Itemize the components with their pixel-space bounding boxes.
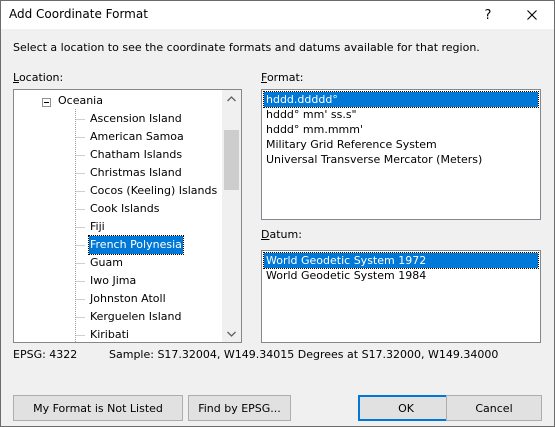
tree-node-label: Ascension Island xyxy=(90,112,182,125)
format-listbox[interactable]: hddd.ddddd° hddd° mm' ss.s" hddd° mm.mmm' M… xyxy=(261,89,541,220)
cancel-button[interactable]: Cancel xyxy=(446,395,542,421)
format-not-listed-button[interactable]: My Format is Not Listed xyxy=(13,395,183,421)
format-option[interactable]: hddd° mm' ss.s" xyxy=(264,107,538,122)
scroll-thumb[interactable] xyxy=(224,130,239,190)
datum-label-rest: atum: xyxy=(269,228,302,241)
tree-node-item[interactable]: Ascension Island xyxy=(75,110,220,128)
tree-node-label: Cocos (Keeling) Islands xyxy=(90,184,218,197)
location-tree-items: Oceania Ascension Island American Samoa Ch… xyxy=(14,90,222,342)
location-scrollbar[interactable] xyxy=(222,90,241,342)
tree-node-item[interactable]: Kiribati xyxy=(75,326,220,342)
tree-node-label: Christmas Island xyxy=(90,166,182,179)
tree-node-oceania[interactable]: Oceania xyxy=(14,92,222,110)
format-option[interactable]: Universal Transverse Mercator (Meters) xyxy=(264,152,538,167)
tree-node-label: Cook Islands xyxy=(90,202,160,215)
scroll-down-button[interactable] xyxy=(222,325,241,342)
tree-connector xyxy=(75,254,86,272)
tree-connector xyxy=(75,272,86,290)
format-option[interactable]: hddd.ddddd° xyxy=(263,91,539,108)
tree-node-label: Oceania xyxy=(58,94,103,107)
tree-node-label: French Polynesia xyxy=(88,235,184,255)
format-label: Format: xyxy=(261,71,303,84)
datum-listbox[interactable]: World Geodetic System 1972 World Geodetic… xyxy=(261,250,541,343)
title-bar: Add Coordinate Format ? xyxy=(1,1,554,29)
tree-node-item[interactable]: Chatham Islands xyxy=(75,146,220,164)
tree-node-item[interactable]: Christmas Island xyxy=(75,164,220,182)
tree-node-item[interactable]: American Samoa xyxy=(75,128,220,146)
dialog-window: Add Coordinate Format ? Select a locatio… xyxy=(0,0,555,427)
tree-node-label: Fiji xyxy=(90,220,105,233)
datum-option[interactable]: World Geodetic System 1972 xyxy=(263,252,539,269)
tree-node-item[interactable]: Iwo Jima xyxy=(75,272,220,290)
tree-connector xyxy=(75,290,86,308)
location-label: Location: xyxy=(13,71,63,84)
datum-label: Datum: xyxy=(261,228,302,241)
datum-option[interactable]: World Geodetic System 1984 xyxy=(264,268,538,283)
tree-connector xyxy=(75,200,86,218)
chevron-down-icon xyxy=(227,331,236,337)
tree-connector xyxy=(75,236,86,254)
tree-connector xyxy=(75,308,86,326)
close-icon xyxy=(527,10,537,20)
tree-node-item[interactable]: Cocos (Keeling) Islands xyxy=(75,182,220,200)
find-by-epsg-button[interactable]: Find by EPSG... xyxy=(188,395,291,421)
format-option[interactable]: Military Grid Reference System xyxy=(264,137,538,152)
tree-node-item[interactable]: Johnston Atoll xyxy=(75,290,220,308)
window-title: Add Coordinate Format xyxy=(9,7,148,21)
tree-node-label: Guam xyxy=(90,256,123,269)
tree-node-label: Iwo Jima xyxy=(90,274,137,287)
tree-connector xyxy=(75,164,86,182)
format-label-rest: ormat: xyxy=(266,71,304,84)
tree-node-item[interactable]: Fiji xyxy=(75,218,220,236)
help-icon: ? xyxy=(484,7,492,23)
collapse-icon[interactable] xyxy=(42,98,51,107)
tree-node-item[interactable]: Guam xyxy=(75,254,220,272)
tree-node-label: Kerguelen Island xyxy=(90,310,182,323)
tree-node-item[interactable]: Cook Islands xyxy=(75,200,220,218)
chevron-up-icon xyxy=(227,95,236,101)
tree-connector xyxy=(75,218,86,236)
format-option[interactable]: hddd° mm.mmm' xyxy=(264,122,538,137)
tree-connector xyxy=(75,128,86,146)
location-label-rest: ocation: xyxy=(18,71,64,84)
sample-text: Sample: S17.32004, W149.34015 Degrees at… xyxy=(109,348,499,361)
tree-connector xyxy=(75,146,86,164)
tree-connector xyxy=(75,110,86,128)
tree-node-label: American Samoa xyxy=(90,130,184,143)
location-tree[interactable]: Oceania Ascension Island American Samoa Ch… xyxy=(13,89,242,343)
tree-connector xyxy=(75,326,86,342)
tree-node-label: Johnston Atoll xyxy=(90,292,166,305)
tree-connector xyxy=(75,182,86,200)
scroll-up-button[interactable] xyxy=(222,90,241,107)
tree-node-label: Chatham Islands xyxy=(90,148,183,161)
close-button[interactable] xyxy=(510,1,554,29)
instruction-text: Select a location to see the coordinate … xyxy=(13,41,480,54)
tree-node-item[interactable]: Kerguelen Island xyxy=(75,308,220,326)
tree-node-label: Kiribati xyxy=(90,328,129,341)
ok-button[interactable]: OK xyxy=(358,395,454,421)
epsg-code: EPSG: 4322 xyxy=(13,348,78,361)
help-button[interactable]: ? xyxy=(466,1,510,29)
tree-node-item[interactable]: French Polynesia xyxy=(75,235,220,255)
